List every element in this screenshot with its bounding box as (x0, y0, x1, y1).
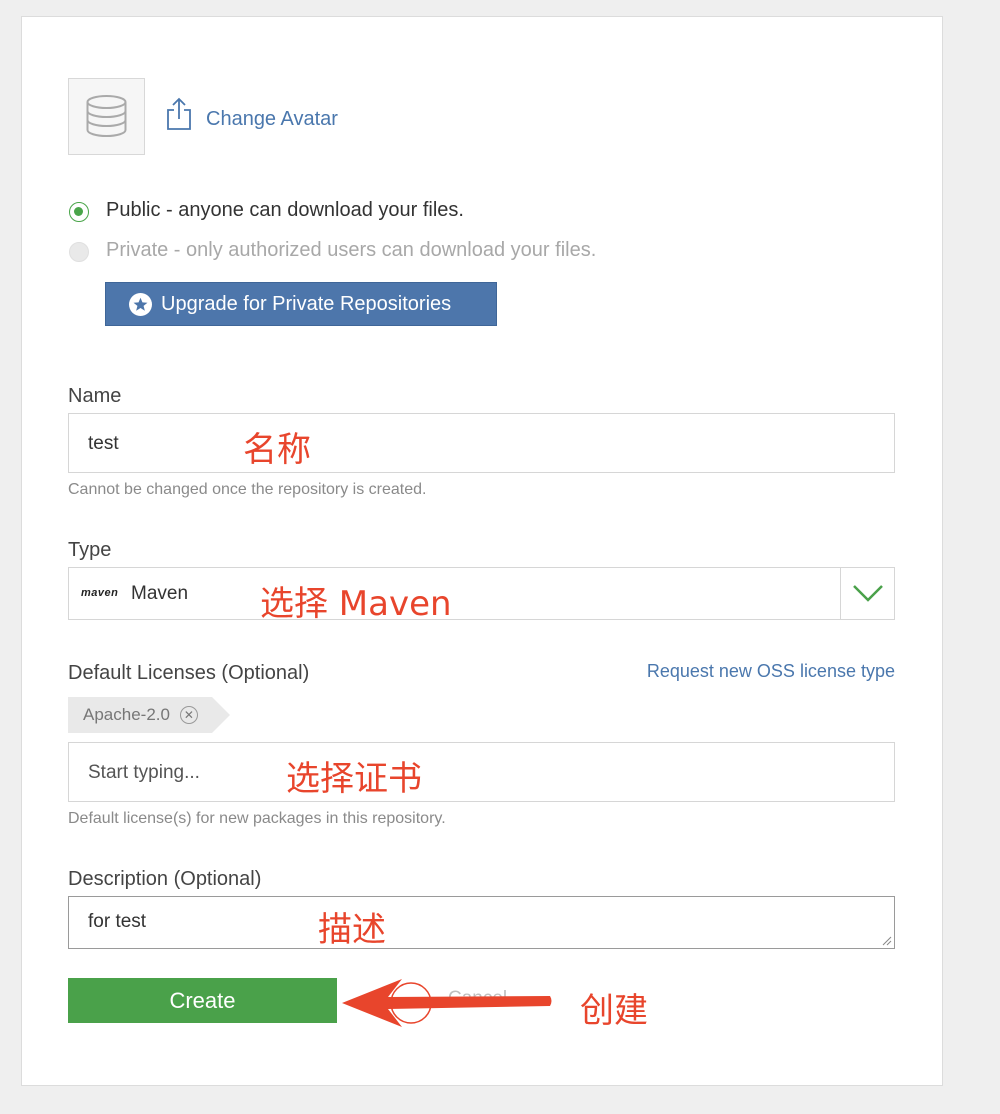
name-annotation: 名称 (243, 430, 311, 470)
name-input-value: test (88, 433, 119, 454)
arrow-annotation-icon (342, 979, 552, 1027)
create-annotation: 创建 (580, 991, 648, 1031)
private-radio-label: Private - only authorized users can down… (106, 239, 597, 261)
create-button[interactable]: Create (68, 978, 337, 1023)
license-annotation: 选择证书 (286, 759, 422, 799)
database-icon (86, 95, 127, 137)
public-radio-label: Public - anyone can download your files. (106, 199, 464, 221)
maven-logo: maven (81, 587, 119, 599)
type-select-value: Maven (131, 583, 189, 604)
name-label: Name (68, 385, 122, 407)
type-annotation: 选择 Maven (260, 584, 452, 624)
request-license-link[interactable]: Request new OSS license type (647, 661, 895, 682)
repository-avatar (68, 78, 145, 155)
chevron-down-icon (853, 585, 883, 602)
public-radio[interactable] (69, 202, 89, 222)
license-input[interactable]: Start typing... (68, 742, 895, 802)
remove-tag-icon[interactable]: ✕ (179, 706, 198, 724)
license-tag: Apache-2.0 ✕ (68, 697, 230, 733)
license-input-placeholder: Start typing... (88, 762, 200, 783)
star-icon (129, 292, 152, 316)
description-textarea[interactable]: for test (68, 896, 895, 949)
create-button-label: Create (169, 987, 236, 1013)
type-select[interactable]: maven Maven (68, 567, 895, 620)
change-avatar-link[interactable]: Change Avatar (206, 108, 338, 131)
description-value: for test (88, 911, 147, 932)
upgrade-private-button[interactable]: Upgrade for Private Repositories (105, 282, 497, 326)
upgrade-button-label: Upgrade for Private Repositories (161, 292, 452, 315)
license-help-text: Default license(s) for new packages in t… (68, 810, 446, 827)
description-annotation: 描述 (318, 910, 386, 950)
name-input[interactable]: test (68, 413, 895, 473)
private-radio[interactable] (69, 242, 89, 262)
type-dropdown-toggle[interactable] (840, 568, 894, 619)
licenses-label: Default Licenses (Optional) (68, 662, 310, 684)
name-help-text: Cannot be changed once the repository is… (68, 481, 427, 498)
resize-handle-icon[interactable] (882, 936, 892, 946)
license-tag-label: Apache-2.0 (83, 705, 170, 724)
type-label: Type (68, 539, 112, 561)
upload-icon[interactable] (166, 97, 192, 131)
description-label: Description (Optional) (68, 868, 262, 890)
